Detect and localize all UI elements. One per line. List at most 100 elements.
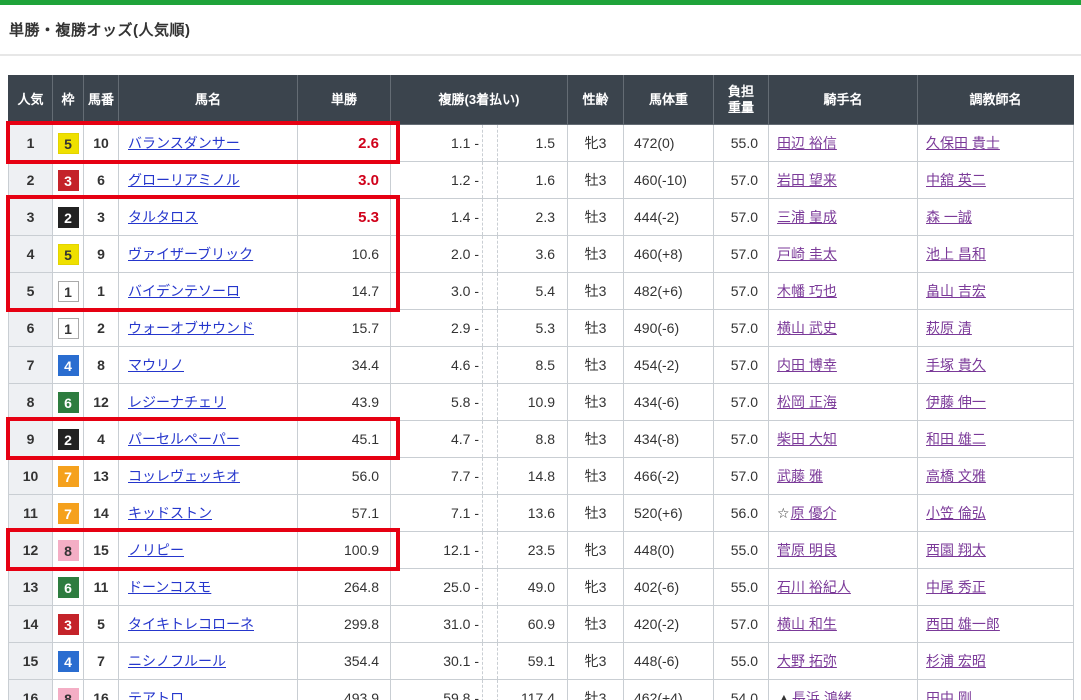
win-odds-cell: 34.4 xyxy=(298,347,391,384)
horse-weight-cell: 444(-2) xyxy=(624,199,714,236)
horse-name-link[interactable]: バイデンテソーロ xyxy=(128,283,240,299)
win-odds-cell: 264.8 xyxy=(298,569,391,606)
trainer-link[interactable]: 和田 雄二 xyxy=(926,431,986,447)
place-odds-divider xyxy=(482,347,498,383)
trainer-link[interactable]: 森 一誠 xyxy=(926,209,972,225)
popularity-cell: 3 xyxy=(9,199,53,236)
horse-name-link[interactable]: コッレヴェッキオ xyxy=(128,468,240,484)
trainer-link[interactable]: 小笠 倫弘 xyxy=(926,505,986,521)
place-odds-cell: 2.0 - 3.6 xyxy=(391,236,568,273)
jockey-link[interactable]: 長浜 鴻緒 xyxy=(792,690,852,700)
jockey-link[interactable]: 戸崎 圭太 xyxy=(777,246,837,262)
jockey-link[interactable]: 田辺 裕信 xyxy=(777,135,837,151)
horse-name-cell: ノリピー xyxy=(119,532,298,569)
place-odds-divider xyxy=(482,162,498,198)
trainer-link[interactable]: 手塚 貴久 xyxy=(926,357,986,373)
place-odds-divider xyxy=(482,569,498,605)
horse-number-cell: 8 xyxy=(84,347,119,384)
jockey-link[interactable]: 菅原 明良 xyxy=(777,542,837,558)
horse-number-cell: 10 xyxy=(84,125,119,162)
sex-age-cell: 牡3 xyxy=(568,421,624,458)
load-weight-cell: 55.0 xyxy=(714,643,769,680)
horse-name-link[interactable]: グローリアミノル xyxy=(128,172,240,188)
trainer-link[interactable]: 高橋 文雅 xyxy=(926,468,986,484)
place-odds-low: 1.2 - xyxy=(391,162,482,198)
col-header-horse-weight: 馬体重 xyxy=(624,76,714,125)
trainer-link[interactable]: 中舘 英二 xyxy=(926,172,986,188)
jockey-cell: 菅原 明良 xyxy=(769,532,918,569)
horse-name-link[interactable]: キッドストン xyxy=(128,505,212,521)
place-odds-low: 30.1 - xyxy=(391,643,482,679)
table-row: 8 6 12 レジーナチェリ 43.9 5.8 - 10.9 牡3 434(-6… xyxy=(9,384,1074,421)
trainer-link[interactable]: 西田 雄一郎 xyxy=(926,616,1000,632)
jockey-link[interactable]: 柴田 大知 xyxy=(777,431,837,447)
place-odds-cell: 12.1 - 23.5 xyxy=(391,532,568,569)
jockey-cell: 石川 裕紀人 xyxy=(769,569,918,606)
horse-name-link[interactable]: レジーナチェリ xyxy=(128,394,226,410)
place-odds-high: 1.5 xyxy=(498,125,567,161)
horse-name-cell: キッドストン xyxy=(119,495,298,532)
horse-name-link[interactable]: ノリピー xyxy=(128,542,184,558)
jockey-link[interactable]: 松岡 正海 xyxy=(777,394,837,410)
horse-name-link[interactable]: マウリノ xyxy=(128,357,184,373)
place-odds-cell: 1.2 - 1.6 xyxy=(391,162,568,199)
jockey-link[interactable]: 横山 武史 xyxy=(777,320,837,336)
trainer-link[interactable]: 伊藤 伸一 xyxy=(926,394,986,410)
horse-name-link[interactable]: テアトロ xyxy=(128,690,184,700)
horse-name-link[interactable]: ニシノフルール xyxy=(128,653,226,669)
frame-cell: 7 xyxy=(53,458,84,495)
frame-cell: 1 xyxy=(53,273,84,310)
trainer-cell: 萩原 清 xyxy=(918,310,1074,347)
jockey-cell: 戸崎 圭太 xyxy=(769,236,918,273)
horse-name-link[interactable]: ドーンコスモ xyxy=(128,579,211,595)
jockey-cell: 横山 武史 xyxy=(769,310,918,347)
place-odds-divider xyxy=(482,310,498,346)
horse-name-link[interactable]: パーセルペーパー xyxy=(128,431,240,447)
horse-name-link[interactable]: バランスダンサー xyxy=(128,135,240,151)
jockey-link[interactable]: 武藤 雅 xyxy=(777,468,823,484)
place-odds-cell: 1.4 - 2.3 xyxy=(391,199,568,236)
table-row: 13 6 11 ドーンコスモ 264.8 25.0 - 49.0 牝3 402(… xyxy=(9,569,1074,606)
popularity-cell: 4 xyxy=(9,236,53,273)
trainer-link[interactable]: 萩原 清 xyxy=(926,320,972,336)
horse-number-cell: 6 xyxy=(84,162,119,199)
jockey-link[interactable]: 三浦 皇成 xyxy=(777,209,837,225)
trainer-link[interactable]: 杉浦 宏昭 xyxy=(926,653,986,669)
horse-name-link[interactable]: ヴァイザーブリック xyxy=(128,246,253,262)
trainer-link[interactable]: 池上 昌和 xyxy=(926,246,986,262)
jockey-link[interactable]: 石川 裕紀人 xyxy=(777,579,851,595)
jockey-link[interactable]: 木幡 巧也 xyxy=(777,283,837,299)
sex-age-cell: 牡3 xyxy=(568,310,624,347)
jockey-link[interactable]: 横山 和生 xyxy=(777,616,837,632)
frame-cell: 2 xyxy=(53,421,84,458)
win-odds-cell: 15.7 xyxy=(298,310,391,347)
horse-name-link[interactable]: タルタロス xyxy=(128,209,198,225)
place-odds-divider xyxy=(482,606,498,642)
jockey-link[interactable]: 内田 博幸 xyxy=(777,357,837,373)
trainer-link[interactable]: 畠山 吉宏 xyxy=(926,283,986,299)
sex-age-cell: 牡3 xyxy=(568,606,624,643)
title-divider xyxy=(0,54,1081,56)
table-row: 12 8 15 ノリピー 100.9 12.1 - 23.5 牝3 448(0)… xyxy=(9,532,1074,569)
horse-name-link[interactable]: ウォーオブサウンド xyxy=(128,320,254,336)
trainer-link[interactable]: 田中 剛 xyxy=(926,690,972,700)
load-weight-cell: 57.0 xyxy=(714,310,769,347)
trainer-link[interactable]: 中尾 秀正 xyxy=(926,579,986,595)
trainer-cell: 和田 雄二 xyxy=(918,421,1074,458)
load-weight-cell: 57.0 xyxy=(714,273,769,310)
place-odds-high: 117.4 xyxy=(498,680,567,700)
horse-weight-cell: 434(-6) xyxy=(624,384,714,421)
horse-name-cell: ニシノフルール xyxy=(119,643,298,680)
table-row: 10 7 13 コッレヴェッキオ 56.0 7.7 - 14.8 牡3 466(… xyxy=(9,458,1074,495)
frame-number-badge: 5 xyxy=(58,244,79,265)
horse-name-link[interactable]: タイキトレコローネ xyxy=(128,616,254,632)
trainer-link[interactable]: 久保田 貴士 xyxy=(926,135,1000,151)
frame-number-badge: 7 xyxy=(58,466,79,487)
trainer-link[interactable]: 西園 翔太 xyxy=(926,542,986,558)
horse-number-cell: 7 xyxy=(84,643,119,680)
sex-age-cell: 牝3 xyxy=(568,125,624,162)
jockey-link[interactable]: 岩田 望来 xyxy=(777,172,837,188)
place-odds-low: 7.7 - xyxy=(391,458,482,494)
jockey-link[interactable]: 原 優介 xyxy=(791,505,837,521)
jockey-link[interactable]: 大野 拓弥 xyxy=(777,653,837,669)
